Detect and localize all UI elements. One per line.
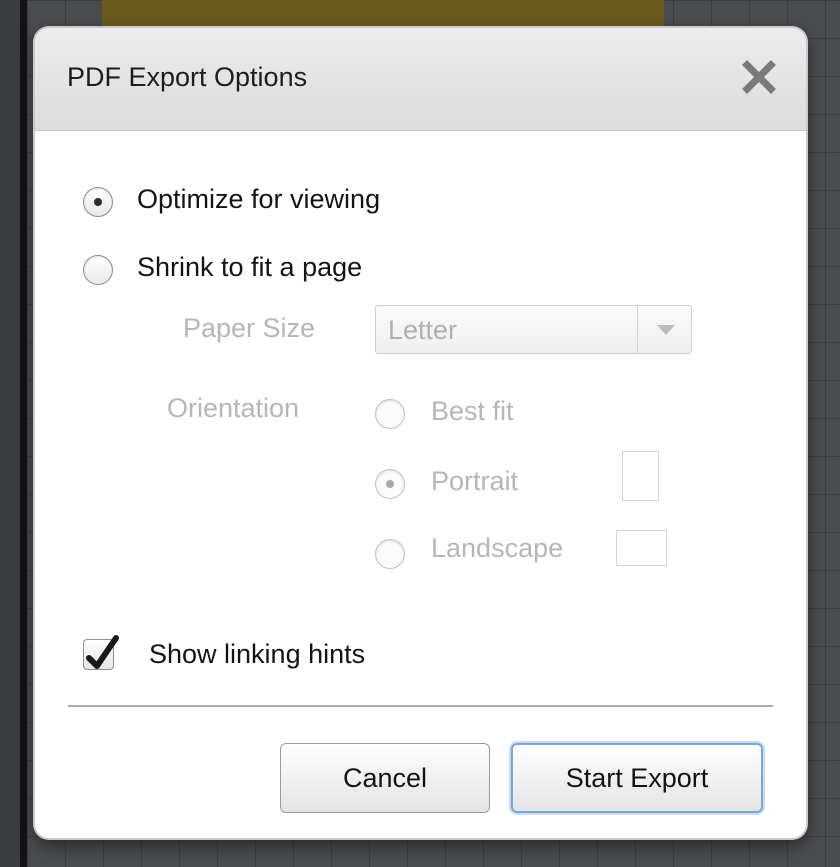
select-divider [637,306,638,353]
orientation-best-fit-label[interactable]: Best fit [431,396,514,427]
orientation-portrait-label[interactable]: Portrait [431,466,518,497]
paper-size-select[interactable]: Letter [375,305,692,354]
chevron-down-icon [657,325,675,335]
show-linking-hints-label[interactable]: Show linking hints [149,639,365,670]
checkmark-icon [86,635,119,669]
dialog-title: PDF Export Options [67,62,308,92]
landscape-preview-icon [616,530,667,566]
close-icon [742,60,776,94]
background-border [20,0,27,867]
background-selection-bar [102,0,664,28]
pdf-export-dialog: PDF Export Options Optimize for viewing … [35,28,806,838]
background-strip [0,0,20,867]
cancel-button[interactable]: Cancel [280,743,490,813]
paper-size-value: Letter [388,315,458,345]
footer-divider [68,705,773,707]
shrink-radio[interactable] [83,255,113,285]
orientation-landscape-label[interactable]: Landscape [431,533,563,564]
close-button[interactable] [734,52,784,102]
orientation-portrait-radio[interactable] [375,469,405,499]
orientation-label: Orientation [167,393,300,423]
orientation-best-fit-radio[interactable] [375,399,405,429]
orientation-landscape-radio[interactable] [375,539,405,569]
shrink-label[interactable]: Shrink to fit a page [137,252,362,283]
start-export-button[interactable]: Start Export [511,743,763,813]
show-linking-hints-checkbox[interactable] [83,635,119,670]
paper-size-label: Paper Size [183,313,316,343]
portrait-preview-icon [622,451,659,501]
dialog-titlebar: PDF Export Options [35,28,806,131]
dialog-body: Optimize for viewing Shrink to fit a pag… [35,131,806,838]
optimize-label[interactable]: Optimize for viewing [137,184,380,215]
optimize-radio[interactable] [83,187,113,217]
